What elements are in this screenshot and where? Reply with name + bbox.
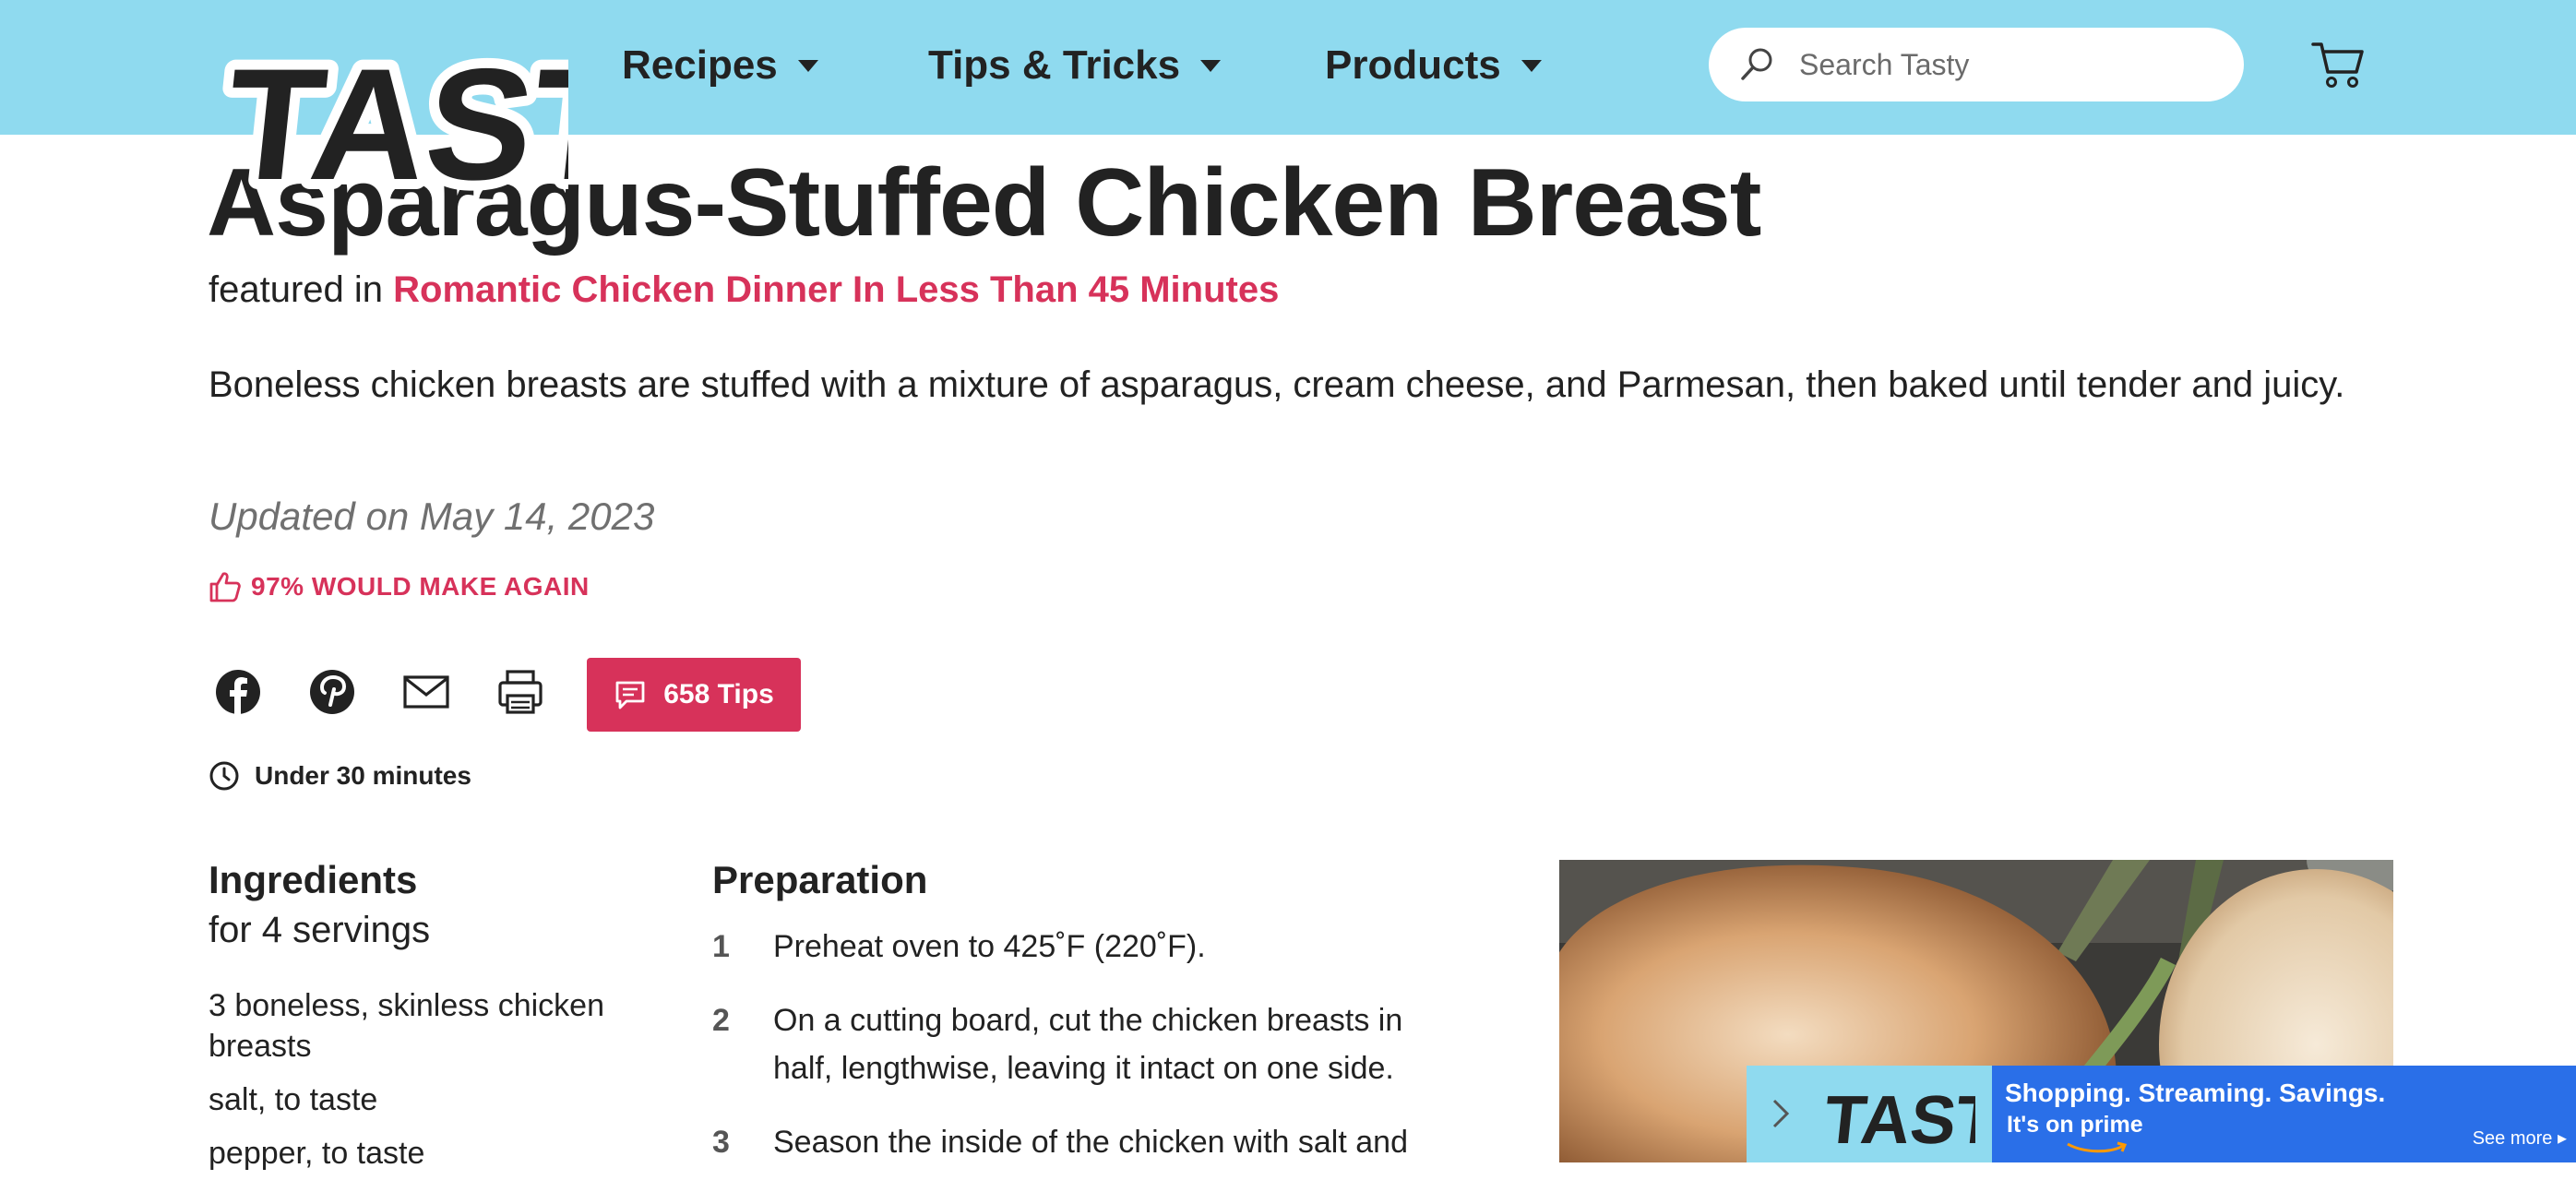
step-text: Preheat oven to 425˚F (220˚F).: [773, 929, 1206, 964]
nav-recipes[interactable]: Recipes: [622, 37, 818, 94]
ingredient-item: 3 boneless, skinless chicken breasts: [209, 988, 605, 1064]
email-icon[interactable]: [399, 664, 454, 720]
tasty-ad-logo: TASTY: [1820, 1081, 1975, 1156]
nav-tips-label: Tips & Tricks: [928, 42, 1181, 88]
chevron-right-icon[interactable]: [1767, 1095, 1795, 1132]
ingredient-item: pepper, to taste: [209, 1136, 425, 1171]
svg-text:TASTY: TASTY: [1820, 1081, 1975, 1156]
ad-subline: It's on prime: [2007, 1112, 2143, 1138]
featured-link[interactable]: Romantic Chicken Dinner In Less Than 45 …: [393, 269, 1279, 310]
servings-label: for 4 servings: [209, 910, 431, 950]
step-text: On a cutting board, cut the chicken brea…: [773, 1003, 1403, 1086]
tips-count: 658 Tips: [663, 679, 774, 709]
nav-recipes-label: Recipes: [622, 42, 778, 88]
clock-icon: [209, 761, 239, 791]
cart-icon[interactable]: [2310, 39, 2366, 90]
chevron-down-icon: [1521, 59, 1542, 72]
prime-ad-banner[interactable]: TASTY Shopping. Streaming. Savings. It's…: [1747, 1066, 2576, 1162]
step-item: 3 Season the inside of the chicken with …: [712, 1118, 1469, 1166]
tasty-logo[interactable]: TASTY TASTY: [209, 22, 568, 207]
step-number: 3: [712, 1125, 730, 1160]
print-icon[interactable]: [493, 664, 548, 720]
thumbs-up-icon: [209, 572, 241, 602]
ad-logo-panel: TASTY: [1747, 1066, 1992, 1162]
ad-headline: Shopping. Streaming. Savings.: [2005, 1079, 2386, 1107]
chevron-down-icon: [1200, 59, 1222, 72]
preparation-steps: 1 Preheat oven to 425˚F (220˚F). 2 On a …: [712, 923, 1469, 1192]
step-item: 2 On a cutting board, cut the chicken br…: [712, 996, 1469, 1092]
cook-time: Under 30 minutes: [209, 760, 471, 792]
preparation-heading: Preparation: [712, 858, 928, 901]
search-input[interactable]: [1797, 46, 2207, 83]
pinterest-icon[interactable]: [304, 664, 360, 720]
step-number: 1: [712, 929, 730, 964]
search-icon: [1741, 48, 1772, 80]
search-bar[interactable]: [1709, 28, 2244, 101]
comment-icon: [615, 681, 645, 709]
step-item: 1 Preheat oven to 425˚F (220˚F).: [712, 923, 1469, 971]
tips-button[interactable]: 658 Tips: [587, 658, 801, 732]
updated-date: Updated on May 14, 2023: [209, 495, 655, 538]
nav-tips-and-tricks[interactable]: Tips & Tricks: [928, 37, 1222, 94]
ingredients-heading: Ingredients: [209, 858, 418, 901]
facebook-icon[interactable]: [210, 664, 266, 720]
nav-products[interactable]: Products: [1325, 37, 1542, 94]
step-text: Season the inside of the chicken with sa…: [773, 1125, 1408, 1160]
would-make-again-rating: 97% WOULD MAKE AGAIN: [209, 570, 590, 603]
cook-time-label: Under 30 minutes: [255, 761, 471, 790]
nav-products-label: Products: [1325, 42, 1501, 88]
step-number: 2: [712, 1003, 730, 1038]
ingredient-item: salt, to taste: [209, 1082, 378, 1117]
amazon-smile-icon: [2067, 1141, 2128, 1153]
svg-text:TASTY: TASTY: [218, 35, 568, 207]
featured-in: featured in Romantic Chicken Dinner In L…: [209, 269, 1279, 311]
ingredients-list: 3 boneless, skinless chicken breasts sal…: [209, 985, 651, 1186]
featured-prefix: featured in: [209, 269, 384, 310]
recipe-description: Boneless chicken breasts are stuffed wit…: [209, 364, 2345, 405]
ad-see-more-link[interactable]: See more ▸: [2473, 1126, 2567, 1150]
rating-label: 97% WOULD MAKE AGAIN: [251, 572, 590, 601]
chevron-down-icon: [797, 59, 818, 72]
